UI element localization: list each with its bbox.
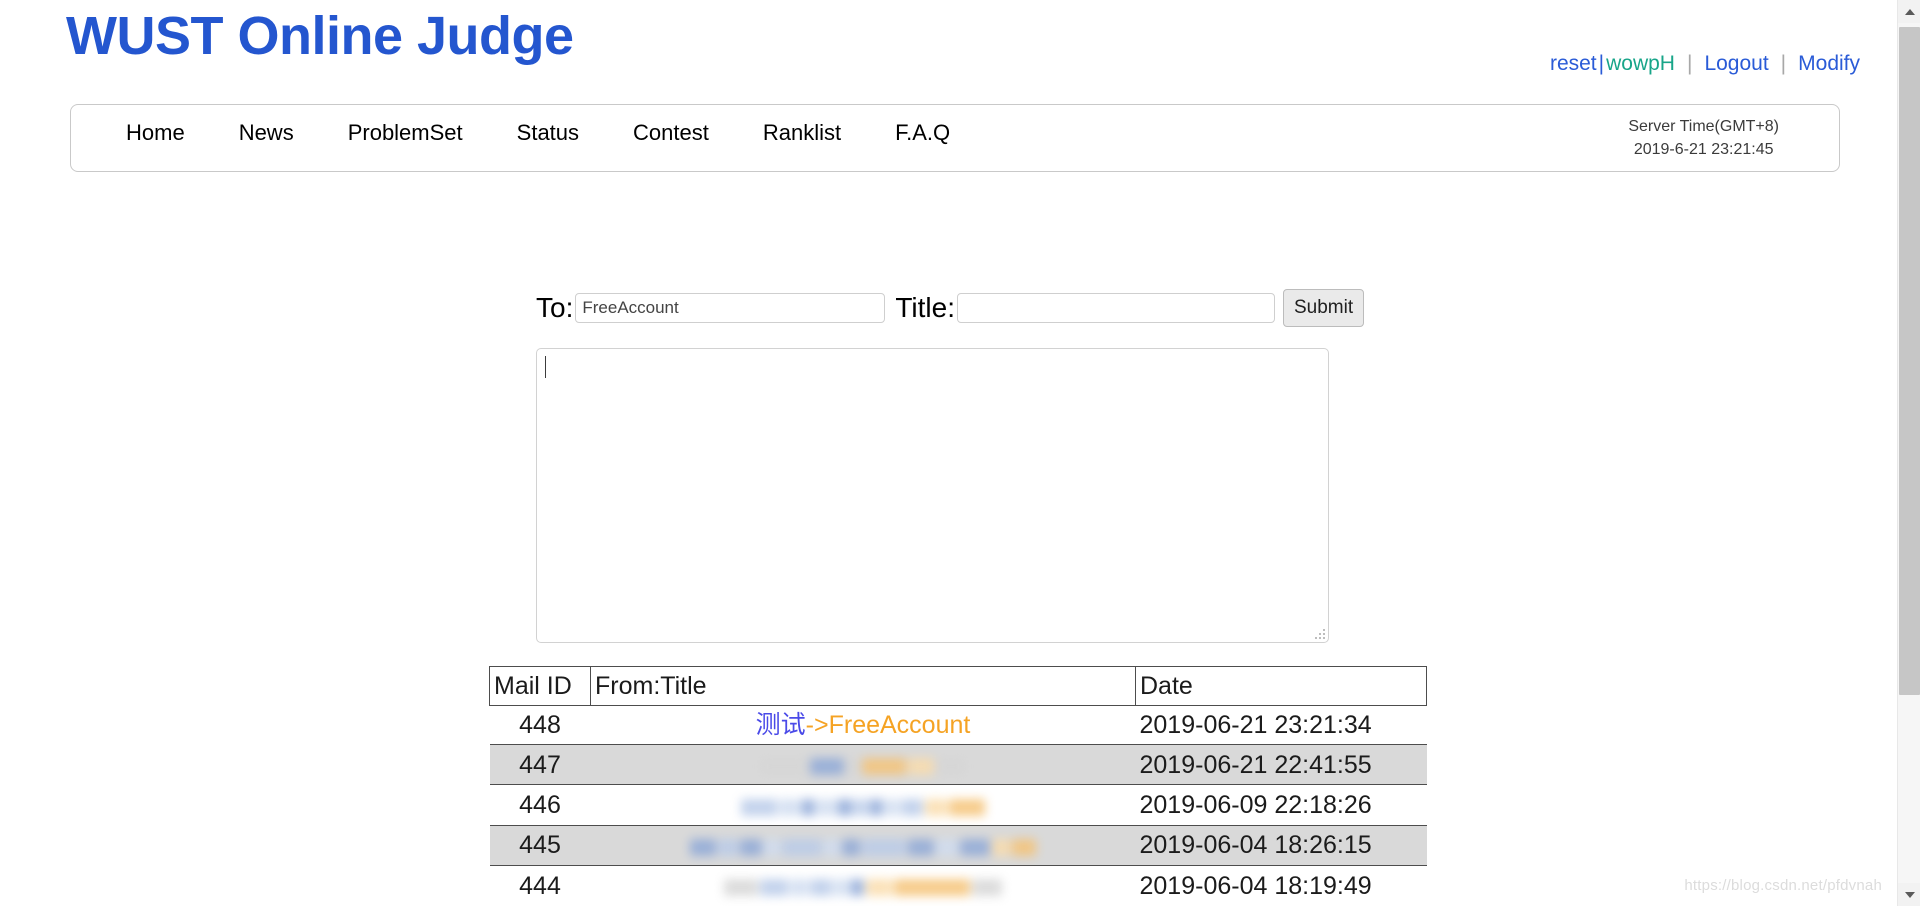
message-body-textarea[interactable] — [536, 348, 1329, 643]
mail-from-link[interactable]: 测试 — [756, 711, 806, 739]
server-time-value: 2019-6-21 23:21:45 — [1633, 141, 1774, 158]
user-links: reset|wowpH | Logout | Modify — [1550, 52, 1860, 76]
nav-item-status[interactable]: Status — [517, 119, 579, 147]
compose-fields-row: To: Title: Submit — [536, 286, 1365, 330]
navbar: Home News ProblemSet Status Contest Rank… — [70, 104, 1840, 172]
table-row[interactable]: 445 2019-06-04 18:26:15 — [489, 824, 1427, 867]
scroll-down-button[interactable] — [1898, 883, 1920, 906]
page-scrollbar[interactable] — [1897, 0, 1920, 906]
nav-items: Home News ProblemSet Status Contest Rank… — [126, 119, 1004, 147]
to-label: To: — [536, 292, 574, 323]
text-caret — [545, 356, 546, 378]
nav-item-contest[interactable]: Contest — [633, 119, 709, 147]
cell-date: 2019-06-09 22:18:26 — [1135, 784, 1427, 826]
site-title: WUST Online Judge — [66, 6, 574, 66]
submit-button[interactable]: Submit — [1283, 289, 1365, 327]
mail-table: Mail ID From:Title Date 448 测试->FreeAcco… — [489, 666, 1427, 906]
scrollbar-thumb[interactable] — [1899, 27, 1920, 695]
cell-mail-id: 445 — [489, 824, 591, 867]
cell-from-title-redacted — [590, 743, 1136, 786]
table-row[interactable]: 447 2019-06-21 22:41:55 — [489, 743, 1427, 786]
cell-mail-id: 444 — [489, 865, 591, 906]
user-links-separator-3: | — [1780, 52, 1787, 75]
server-time: Server Time(GMT+8) 2019-6-21 23:21:45 — [1628, 115, 1779, 161]
title-label: Title: — [895, 292, 955, 323]
server-time-label: Server Time(GMT+8) — [1628, 118, 1779, 135]
nav-item-faq[interactable]: F.A.Q — [895, 119, 950, 147]
redacted-content — [723, 870, 1003, 904]
nav-item-news[interactable]: News — [239, 119, 294, 147]
reset-link[interactable]: reset — [1550, 52, 1597, 75]
cell-from-title-redacted — [590, 784, 1136, 826]
header-date: Date — [1135, 666, 1427, 706]
title-input[interactable] — [957, 293, 1275, 323]
cell-mail-id: 447 — [489, 743, 591, 786]
scroll-up-button[interactable] — [1898, 0, 1920, 23]
user-links-separator-1: | — [1598, 52, 1605, 75]
header-mail-id: Mail ID — [489, 666, 591, 706]
cell-mail-id: 448 — [489, 705, 591, 745]
resize-grip-icon[interactable] — [1314, 628, 1325, 639]
redacted-content — [689, 829, 1037, 863]
username-link[interactable]: wowpH — [1606, 52, 1675, 75]
nav-item-home[interactable]: Home — [126, 119, 185, 147]
table-row[interactable]: 448 测试->FreeAccount 2019-06-21 23:21:34 — [489, 705, 1427, 745]
cell-from-title-redacted — [590, 865, 1136, 906]
cell-date: 2019-06-04 18:26:15 — [1135, 824, 1427, 867]
chevron-up-icon — [1904, 8, 1915, 15]
nav-item-ranklist[interactable]: Ranklist — [763, 119, 841, 147]
cell-from-title: 测试->FreeAccount — [590, 705, 1136, 745]
redacted-content — [759, 748, 967, 782]
logout-link[interactable]: Logout — [1704, 52, 1768, 75]
cell-date: 2019-06-21 22:41:55 — [1135, 743, 1427, 786]
cell-mail-id: 446 — [489, 784, 591, 826]
cell-from-title-redacted — [590, 824, 1136, 867]
redacted-content — [740, 789, 986, 823]
watermark: https://blog.csdn.net/pfdvnah — [1684, 877, 1882, 894]
page-root: WUST Online Judge reset|wowpH | Logout | Mod… — [0, 0, 1920, 906]
to-input[interactable] — [575, 293, 886, 323]
table-header-row: Mail ID From:Title Date — [489, 666, 1427, 706]
modify-link[interactable]: Modify — [1798, 52, 1860, 75]
table-row[interactable]: 446 2019-06-09 22:18:26 — [489, 784, 1427, 826]
table-row[interactable]: 444 2019-06-04 18:19:49 — [489, 865, 1427, 906]
cell-date: 2019-06-21 23:21:34 — [1135, 705, 1427, 745]
user-links-separator-2: | — [1686, 52, 1693, 75]
cell-date: 2019-06-04 18:19:49 — [1135, 865, 1427, 906]
chevron-down-icon — [1904, 891, 1915, 898]
nav-item-problemset[interactable]: ProblemSet — [348, 119, 463, 147]
header-from-title: From:Title — [590, 666, 1136, 706]
mail-to-link[interactable]: ->FreeAccount — [806, 711, 971, 739]
